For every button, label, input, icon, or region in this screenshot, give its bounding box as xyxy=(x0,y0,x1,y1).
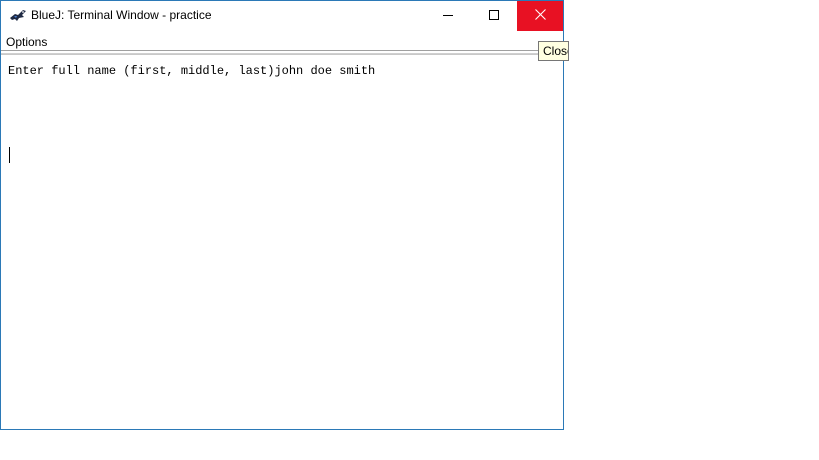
minimize-icon xyxy=(443,7,453,25)
close-tooltip: Close xyxy=(538,41,569,61)
maximize-icon xyxy=(489,7,499,25)
terminal-line: Enter full name (first, middle, last)joh… xyxy=(8,64,376,78)
menu-options[interactable]: Options xyxy=(6,35,47,49)
terminal-window: BlueJ: Terminal Window - practice Option… xyxy=(0,0,564,430)
close-button[interactable] xyxy=(517,1,563,31)
text-caret xyxy=(9,147,10,163)
bluej-bird-icon xyxy=(9,8,27,24)
minimize-button[interactable] xyxy=(425,1,471,31)
window-title: BlueJ: Terminal Window - practice xyxy=(31,8,212,22)
maximize-button[interactable] xyxy=(471,1,517,31)
close-icon xyxy=(534,7,546,25)
menu-bar: Options xyxy=(1,31,563,51)
terminal-output-area[interactable]: Enter full name (first, middle, last)joh… xyxy=(1,54,563,428)
title-bar[interactable]: BlueJ: Terminal Window - practice xyxy=(1,1,563,31)
